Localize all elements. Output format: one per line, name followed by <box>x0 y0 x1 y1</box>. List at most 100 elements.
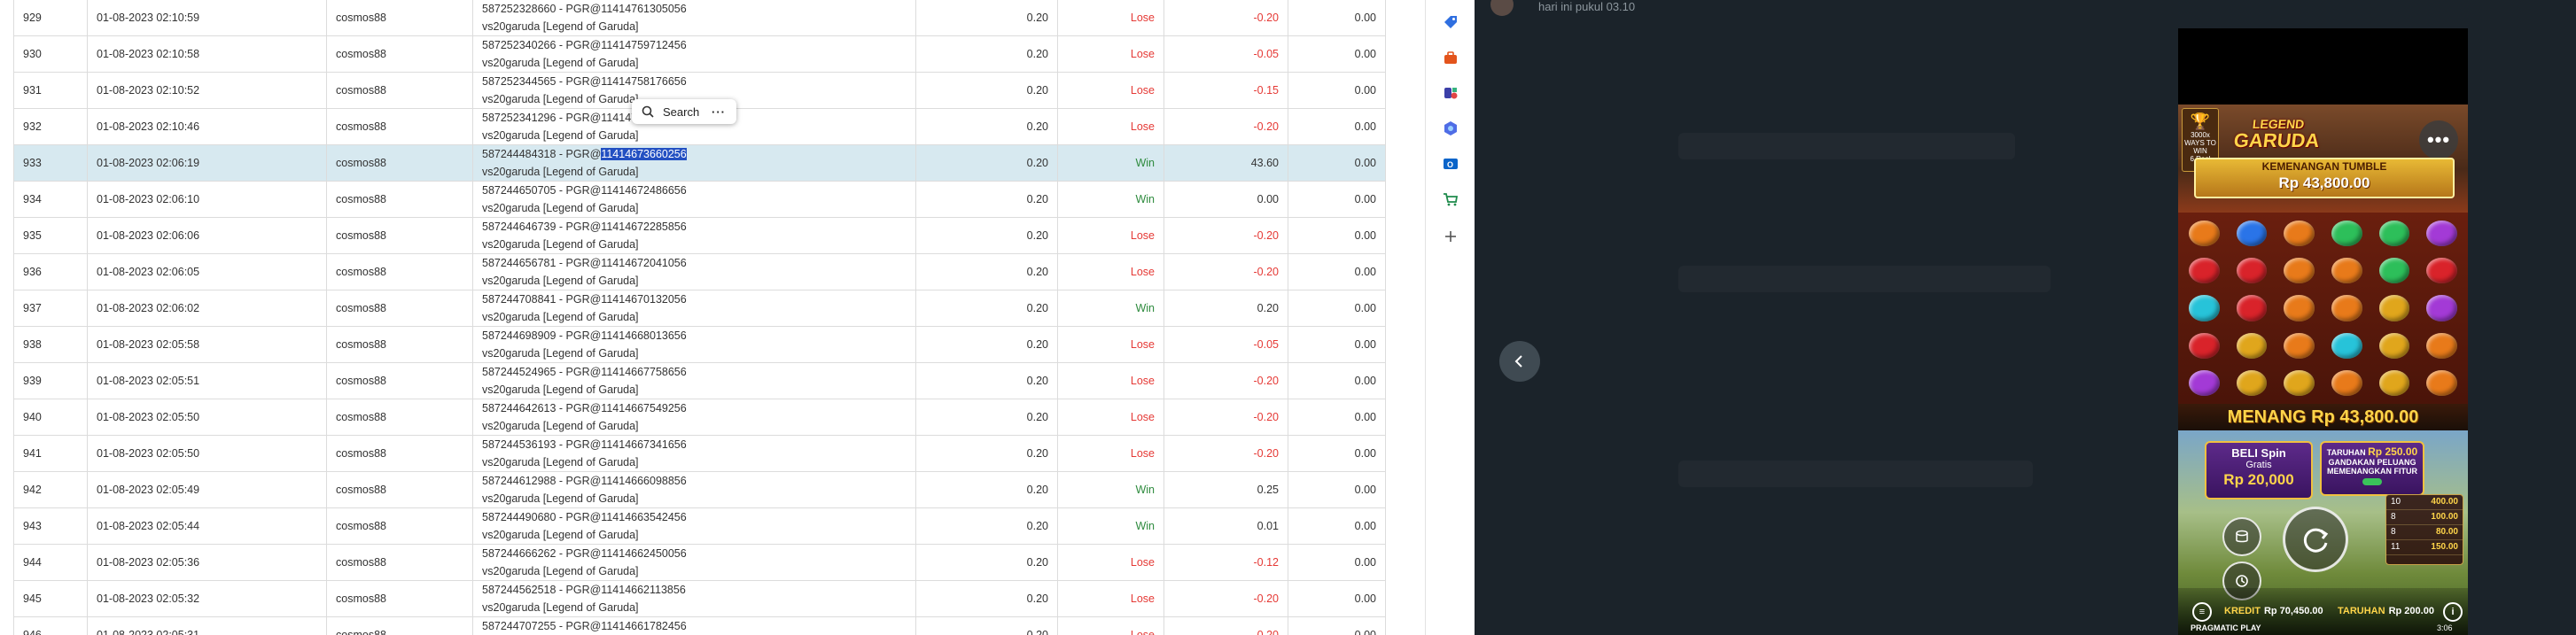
row-description: 587244656781 - PGR@11414672041056 vs20gar… <box>472 253 916 290</box>
transaction-id[interactable]: 587244646739 - PGR@11414672285856 <box>482 219 907 236</box>
game-name: vs20garuda [Legend of Garuda] <box>482 383 639 396</box>
row-datetime: 01-08-2023 02:06:05 <box>87 253 327 290</box>
gem-symbol <box>2378 369 2410 396</box>
shopping-cart-icon[interactable] <box>1443 191 1459 207</box>
ante-bet-toggle[interactable] <box>2362 478 2382 485</box>
table-row[interactable]: 936 01-08-2023 02:06:05 cosmos88 5872446567… <box>13 253 1386 290</box>
row-number: 941 <box>13 435 88 472</box>
table-row[interactable]: 938 01-08-2023 02:05:58 cosmos88 5872446989… <box>13 326 1386 363</box>
gem-symbol <box>2284 295 2315 321</box>
gem-symbol <box>2189 332 2220 359</box>
row-datetime: 01-08-2023 02:06:10 <box>87 181 327 218</box>
paytable-value: 400.00 <box>2431 497 2458 507</box>
ante-bet-title: TARUHAN Rp 250.00 <box>2326 445 2418 458</box>
autoplay-icon <box>2236 575 2248 587</box>
transaction-id[interactable]: 587244707255 - PGR@11414661782456 <box>482 618 907 635</box>
game-menu-button[interactable]: ••• <box>2419 120 2458 159</box>
copilot-icon[interactable] <box>1443 120 1459 136</box>
transaction-id[interactable]: 587244666262 - PGR@11414662450056 <box>482 546 907 563</box>
row-win-loss: -0.20 <box>1163 0 1288 36</box>
row-bet-amount: 0.20 <box>915 144 1058 182</box>
row-jackpot: 0.00 <box>1288 181 1386 218</box>
transaction-id[interactable]: 587244650705 - PGR@11414672486656 <box>482 182 907 200</box>
game-name: vs20garuda [Legend of Garuda] <box>482 529 639 541</box>
games-icon[interactable] <box>1443 85 1459 101</box>
row-jackpot: 0.00 <box>1288 253 1386 290</box>
avatar <box>1490 0 1514 16</box>
toolbox-icon[interactable] <box>1443 50 1459 66</box>
row-win-loss: -0.20 <box>1163 108 1288 145</box>
row-description: 587252328660 - PGR@11414761305056 vs20gar… <box>472 0 916 36</box>
logo-line-2: GARUDA <box>2232 129 2321 151</box>
row-number: 943 <box>13 507 88 545</box>
transaction-id[interactable]: 587252344565 - PGR@11414758176656 <box>482 74 907 91</box>
row-jackpot: 0.00 <box>1288 580 1386 617</box>
gem-symbol <box>2189 221 2220 247</box>
transaction-id[interactable]: 587244490680 - PGR@11414663542456 <box>482 509 907 527</box>
table-row[interactable]: 934 01-08-2023 02:06:10 cosmos88 5872446507… <box>13 181 1386 218</box>
transaction-id[interactable]: 587252328660 - PGR@11414761305056 <box>482 1 907 19</box>
row-win-loss: -0.12 <box>1163 544 1288 581</box>
hamburger-menu-icon[interactable]: ≡ <box>2192 602 2212 622</box>
paytable-count: 11 <box>2391 542 2401 552</box>
search-selection-button[interactable]: Search <box>663 105 699 119</box>
table-row[interactable]: 933 01-08-2023 02:06:19 cosmos88 5872444843… <box>13 144 1386 182</box>
table-row[interactable]: 935 01-08-2023 02:06:06 cosmos88 5872446467… <box>13 217 1386 254</box>
table-row[interactable]: 943 01-08-2023 02:05:44 cosmos88 5872444906… <box>13 507 1386 545</box>
table-row[interactable]: 946 01-08-2023 02:05:31 cosmos88 5872447072… <box>13 616 1386 635</box>
transaction-id[interactable]: 587244698909 - PGR@11414668013656 <box>482 328 907 345</box>
row-jackpot: 0.00 <box>1288 399 1386 436</box>
search-icon[interactable] <box>641 105 655 119</box>
table-row[interactable]: 945 01-08-2023 02:05:32 cosmos88 5872445625… <box>13 580 1386 617</box>
table-row[interactable]: 930 01-08-2023 02:10:58 cosmos88 5872523402… <box>13 35 1386 73</box>
table-row[interactable]: 937 01-08-2023 02:06:02 cosmos88 5872447088… <box>13 290 1386 327</box>
table-row[interactable]: 929 01-08-2023 02:10:59 cosmos88 5872523286… <box>13 0 1386 36</box>
row-jackpot: 0.00 <box>1288 435 1386 472</box>
row-result-status: Lose <box>1057 435 1164 472</box>
table-row[interactable]: 940 01-08-2023 02:05:50 cosmos88 5872446426… <box>13 399 1386 436</box>
table-row[interactable]: 941 01-08-2023 02:05:50 cosmos88 5872445361… <box>13 435 1386 472</box>
spin-button[interactable] <box>2283 507 2348 572</box>
bet-label: TARUHAN <box>2338 606 2385 616</box>
selected-text[interactable]: 11414673660256 <box>601 148 687 160</box>
row-datetime: 01-08-2023 02:05:51 <box>87 362 327 399</box>
svg-text:O: O <box>1447 160 1453 169</box>
add-icon[interactable] <box>1443 228 1459 244</box>
gem-symbol <box>2426 295 2457 321</box>
row-username: cosmos88 <box>326 580 473 617</box>
buy-free-spins-button[interactable]: BELI Spin Gratis Rp 20,000 <box>2205 441 2313 499</box>
ante-bet-panel[interactable]: TARUHAN Rp 250.00 GANDAKAN PELUANG MEMEN… <box>2320 441 2424 496</box>
paytable-row: 11 150.00 <box>2386 540 2463 555</box>
row-win-loss: -0.05 <box>1163 35 1288 73</box>
transaction-id[interactable]: 587244484318 - PGR@11414673660256 <box>482 146 907 164</box>
transaction-id[interactable]: 587244642613 - PGR@11414667549256 <box>482 400 907 418</box>
row-description: 587244666262 - PGR@11414662450056 vs20gar… <box>472 544 916 581</box>
gem-symbol <box>2236 332 2268 359</box>
background-blur <box>1678 266 2051 292</box>
paytable-row: 8 100.00 <box>2386 510 2463 525</box>
previous-image-button[interactable] <box>1499 341 1540 382</box>
transaction-id[interactable]: 587244656781 - PGR@11414672041056 <box>482 255 907 273</box>
transaction-id[interactable]: 587252340266 - PGR@11414759712456 <box>482 37 907 55</box>
row-jackpot: 0.00 <box>1288 35 1386 73</box>
transaction-id[interactable]: 587244536193 - PGR@11414667341656 <box>482 437 907 454</box>
row-win-loss: -0.15 <box>1163 72 1288 109</box>
table-row[interactable]: 942 01-08-2023 02:05:49 cosmos88 5872446129… <box>13 471 1386 508</box>
transaction-id[interactable]: 587244708841 - PGR@11414670132056 <box>482 291 907 309</box>
row-datetime: 01-08-2023 02:06:02 <box>87 290 327 327</box>
row-result-status: Lose <box>1057 326 1164 363</box>
outlook-icon[interactable]: O <box>1443 156 1459 172</box>
gem-symbol <box>2236 369 2268 396</box>
transaction-id[interactable]: 587244612988 - PGR@11414666098856 <box>482 473 907 491</box>
transaction-id[interactable]: 587244524965 - PGR@11414667758656 <box>482 364 907 382</box>
tag-icon[interactable] <box>1443 14 1459 30</box>
table-row[interactable]: 939 01-08-2023 02:05:51 cosmos88 5872445249… <box>13 362 1386 399</box>
table-row[interactable]: 944 01-08-2023 02:05:36 cosmos88 5872446662… <box>13 544 1386 581</box>
gem-symbol <box>2284 332 2315 359</box>
row-jackpot: 0.00 <box>1288 217 1386 254</box>
provider-label: PRAGMATIC PLAY <box>2191 623 2261 632</box>
bet-coins-button[interactable] <box>2222 517 2261 556</box>
info-icon[interactable]: i <box>2443 602 2463 622</box>
more-options-button[interactable]: ··· <box>712 105 726 119</box>
transaction-id[interactable]: 587244562518 - PGR@11414662113856 <box>482 582 907 600</box>
